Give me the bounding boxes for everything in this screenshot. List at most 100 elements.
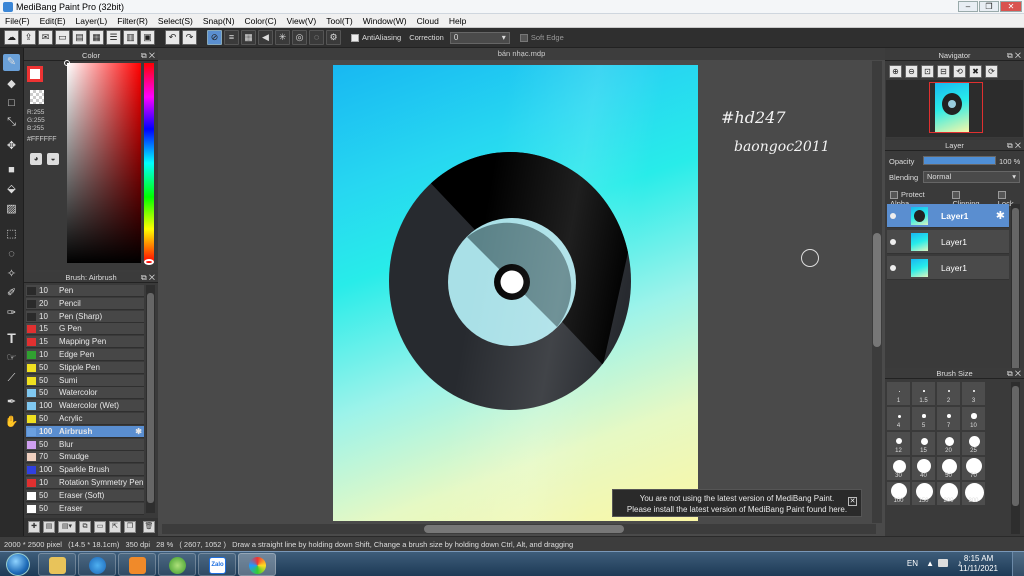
move-tool-icon[interactable]: ✥ [3,138,20,155]
document-icon[interactable]: ▥ [123,30,138,45]
menu-cloud[interactable]: Cloud [417,14,439,27]
protect-alpha-checkbox[interactable] [890,191,898,200]
dotted-brush-icon[interactable]: ⤡ [3,114,20,131]
rotate-left-icon[interactable]: ⟲ [953,65,966,78]
operation-tool-icon[interactable]: ☞ [3,350,20,367]
brush-item[interactable]: 100 Watercolor (Wet) [26,400,144,413]
cloud-icon[interactable]: ☁ [4,30,19,45]
brush-item[interactable]: 100 Sparkle Brush [26,464,144,477]
navigator-preview[interactable] [886,80,1023,137]
menu-help[interactable]: Help [449,14,466,27]
grid-icon[interactable]: ▦ [89,30,104,45]
duplicate-icon[interactable]: ❐ [124,521,136,533]
canvas-horizontal-scrollbar[interactable] [162,524,876,534]
antialiasing-checkbox[interactable] [351,34,359,42]
brush-size-cell[interactable]: 200 [937,482,961,506]
gear-icon[interactable]: ✱ [135,426,142,438]
radial-snap-icon[interactable]: ✳ [275,30,290,45]
undo-icon[interactable]: ↶ [165,30,180,45]
trash-icon[interactable]: 🗑 [143,521,155,533]
upload-icon[interactable]: ⇪ [21,30,36,45]
layer-scroll-thumb[interactable] [1012,208,1019,376]
pen-tool-icon[interactable]: ✒ [3,394,20,411]
reset-rotation-icon[interactable]: ✖ [969,65,982,78]
hue-slider[interactable] [144,63,154,265]
eraser-tool-icon[interactable]: ◆ [3,76,20,93]
brush-size-cell[interactable]: 1 [887,382,911,406]
save-icon[interactable]: ▣ [140,30,155,45]
canvas-paper[interactable] [333,65,698,521]
taskbar-app[interactable] [158,553,196,576]
copy-brush-icon[interactable]: ⧉ [79,521,91,533]
gear-icon[interactable]: ✱ [996,209,1005,222]
folder-icon[interactable]: ▭ [94,521,106,533]
menu-layer[interactable]: Layer(L) [76,14,108,27]
brush-size-scroll-thumb[interactable] [1012,386,1019,506]
menu-snap[interactable]: Snap(N) [203,14,235,27]
chat-icon[interactable]: ✉ [38,30,53,45]
canvas-vertical-scrollbar[interactable] [872,61,882,523]
soft-edge-checkbox[interactable] [519,34,528,42]
brush-item[interactable]: 100 Airbrush ✱ [26,425,144,438]
color-cursor[interactable] [64,60,70,66]
brush-size-cell[interactable]: 10 [962,407,986,431]
layer-row[interactable]: Layer1 [887,256,1009,280]
taskbar-medibang[interactable] [238,553,276,576]
rotate-right-icon[interactable]: ⟳ [985,65,998,78]
menu-filter[interactable]: Filter(R) [117,14,148,27]
menu-file[interactable]: File(F) [5,14,30,27]
brush-item[interactable]: 10 Pen [26,285,144,297]
notice-close-icon[interactable]: ✕ [848,497,857,506]
circle-snap-icon[interactable]: ◎ [292,30,307,45]
brush-tool-icon[interactable]: ✎ [3,54,20,71]
brush-size-cell[interactable]: 2 [937,382,961,406]
select-pen-icon[interactable]: ✐ [3,285,20,302]
brush-item[interactable]: 10 Edge Pen [26,349,144,361]
brush-size-cell[interactable]: 100 [887,482,911,506]
eyedropper-tool-icon[interactable]: ⟋ [3,370,20,387]
brush-item[interactable]: 10 Rotation Symmetry Pen [26,477,144,489]
correction-select[interactable]: 0 ▾ [449,31,510,44]
dot-tool-icon[interactable]: □ [3,95,20,112]
foreground-color-swatch[interactable] [27,66,43,82]
brush-doc-icon[interactable]: ▤ [43,521,55,533]
brush-scroll-thumb[interactable] [147,293,154,503]
blending-select[interactable]: Normal ▾ [923,171,1020,183]
antialiasing-toggle[interactable]: AntiAliasing [351,33,401,42]
eye-icon[interactable] [890,239,896,245]
brush-item[interactable]: 50 Eraser [26,502,144,515]
show-desktop-button[interactable] [1012,552,1024,576]
network-icon[interactable] [938,559,948,567]
parallel-snap-icon[interactable]: ≡ [224,30,239,45]
settings-snap-icon[interactable]: ⚙ [326,30,341,45]
brush-size-cell[interactable]: 20 [937,432,961,456]
magic-wand-icon[interactable]: ✧ [3,266,20,283]
document-tab[interactable]: bán nhạc.mdp [158,48,885,60]
clipping-checkbox[interactable] [952,191,961,200]
fill-tool-icon[interactable]: ⬙ [3,181,20,198]
saturation-value-picker[interactable] [64,60,141,263]
taskbar-media[interactable] [118,553,156,576]
menu-view[interactable]: View(V) [287,14,317,27]
horizontal-scroll-thumb[interactable] [424,525,624,533]
comment-icon[interactable]: ▭ [55,30,70,45]
taskbar-zalo[interactable]: Zalo [198,553,236,576]
eye-icon[interactable] [890,213,896,219]
color-history-icon[interactable]: ◒ [47,153,59,165]
page-icon[interactable]: ▤ [72,30,87,45]
add-brush-icon[interactable]: ✚ [28,521,40,533]
shape-tool-icon[interactable]: ■ [3,162,20,179]
soft-edge-toggle[interactable]: Soft Edge [519,33,564,42]
brush-item[interactable]: 20 Pencil [26,297,144,310]
vanishing-snap-icon[interactable]: ◀ [258,30,273,45]
close-button[interactable]: ✕ [1000,1,1022,12]
clock[interactable]: 8:15 AM 11/11/2021 [959,554,998,574]
zoom-out-icon[interactable]: ⊖ [905,65,918,78]
zoom-in-icon[interactable]: ⊕ [889,65,902,78]
brush-size-cell[interactable]: 15 [912,432,936,456]
text-tool-icon[interactable]: T [3,330,20,347]
brush-size-cell[interactable]: 50 [937,457,961,481]
brush-size-cell[interactable]: 7 [937,407,961,431]
brush-item[interactable]: 50 Eraser (Soft) [26,489,144,502]
brush-item[interactable]: 50 Acrylic [26,413,144,425]
